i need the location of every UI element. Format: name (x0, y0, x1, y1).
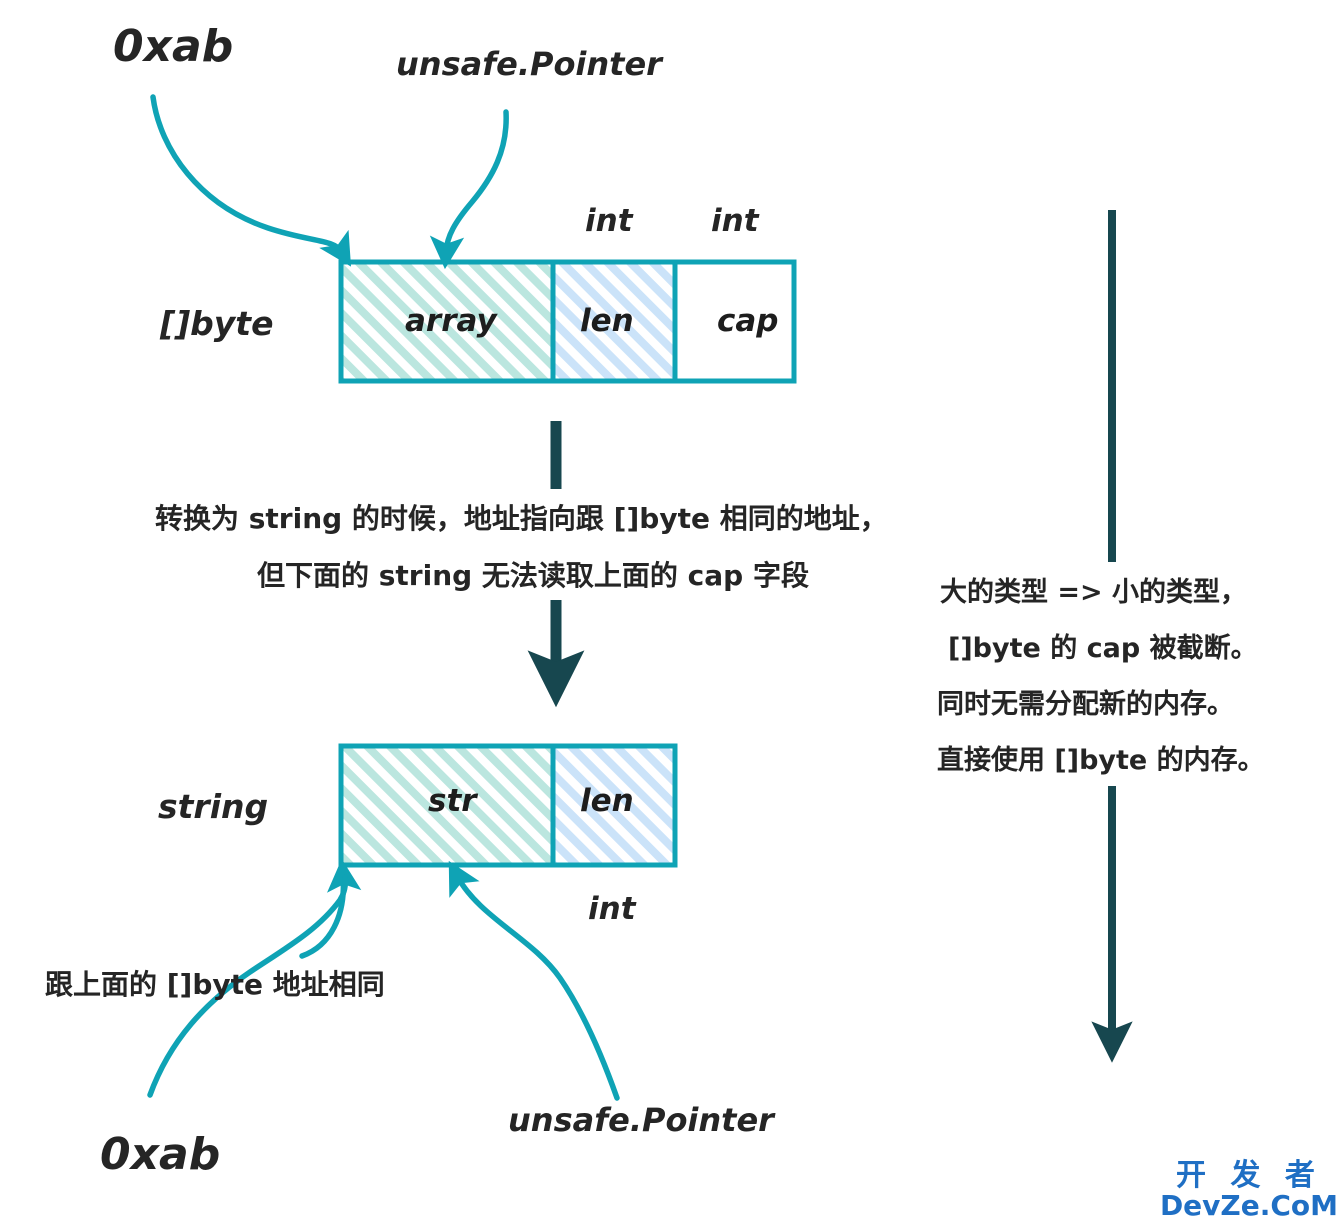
cell-string-len-label: len (580, 783, 634, 819)
bottom-address-label: 0xab (100, 1129, 221, 1180)
top-unsafe-pointer-label: unsafe.Pointer (396, 45, 662, 83)
middle-note-line1: 转换为 string 的时候，地址指向跟 []byte 相同的地址， (155, 502, 888, 535)
middle-note-line2: 但下面的 string 无法读取上面的 cap 字段 (257, 559, 809, 592)
same-address-note: 跟上面的 []byte 地址相同 (45, 968, 385, 1001)
arrow-unsafepointer-to-array (429, 109, 509, 270)
arrow-0xab-to-array (150, 94, 352, 267)
cell-array-label: array (405, 303, 497, 339)
bytes-type-label: []byte (160, 304, 274, 343)
bottom-len-type-label: int (588, 891, 636, 927)
string-type-label: string (158, 787, 269, 826)
side-note-line1: 大的类型 => 小的类型， (940, 577, 1248, 608)
diagram-canvas: 0xab unsafe.Pointer int int []byte array… (0, 0, 1344, 1224)
watermark-line2: DevZe.CoM (1159, 1189, 1338, 1222)
side-note-line3: 同时无需分配新的内存。 (937, 689, 1234, 720)
top-cap-type-label: int (711, 203, 759, 239)
cell-len-label: len (580, 303, 634, 339)
watermark-line1: 开 发 者 (1176, 1158, 1322, 1193)
top-address-label: 0xab (113, 21, 234, 72)
cell-str-label: str (428, 783, 477, 819)
side-note-line4: 直接使用 []byte 的内存。 (937, 745, 1265, 776)
top-len-type-label: int (585, 203, 633, 239)
bottom-unsafe-pointer-label: unsafe.Pointer (508, 1101, 774, 1139)
cell-cap-label: cap (717, 303, 779, 339)
side-note-line2: []byte 的 cap 被截断。 (948, 633, 1258, 664)
watermark: 开 发 者 DevZe.CoM (1160, 1161, 1338, 1220)
